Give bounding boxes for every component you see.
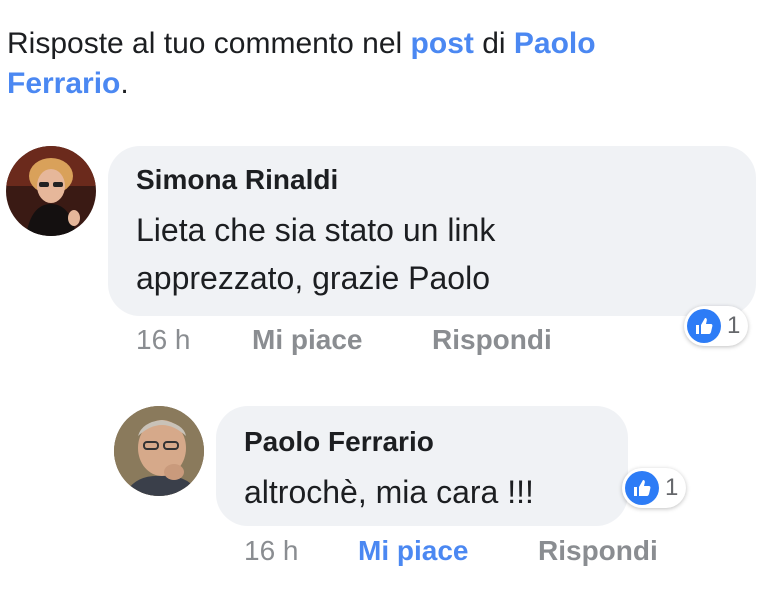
thumbs-up-icon [625, 471, 659, 505]
comment-author[interactable]: Simona Rinaldi [136, 164, 338, 196]
reaction-count: 1 [665, 474, 679, 501]
header-text: Risposte al tuo commento nel [7, 27, 411, 60]
reply-button[interactable]: Rispondi [538, 535, 658, 567]
comment-text: altrochè, mia cara !!! [244, 474, 534, 510]
reaction-summary[interactable]: 1 [622, 468, 687, 508]
reply-button[interactable]: Rispondi [432, 324, 552, 356]
like-button[interactable]: Mi piace [252, 324, 362, 356]
notification-header: Risposte al tuo commento nel post di Pao… [7, 24, 707, 104]
comment-timestamp: 16 h [244, 535, 299, 566]
header-text-middle: di [473, 27, 514, 60]
avatar[interactable] [6, 146, 96, 236]
comment-bubble: Paolo Ferrario altrochè, mia cara !!! [216, 406, 628, 526]
profile-photo-icon [6, 146, 96, 236]
thumbs-up-icon [687, 309, 721, 343]
comment-author[interactable]: Paolo Ferrario [244, 426, 434, 458]
profile-photo-icon [114, 406, 204, 496]
comment-text: Lieta che sia stato un link apprezzato, … [136, 212, 496, 296]
avatar[interactable] [114, 406, 204, 496]
like-button[interactable]: Mi piace [358, 535, 468, 567]
post-link[interactable]: post [411, 27, 474, 60]
comment-timestamp: 16 h [136, 324, 191, 355]
comment-bubble: Simona Rinaldi Lieta che sia stato un li… [108, 146, 756, 316]
reaction-summary[interactable]: 1 [684, 306, 749, 346]
reaction-count: 1 [727, 312, 741, 339]
header-suffix: . [120, 67, 129, 100]
